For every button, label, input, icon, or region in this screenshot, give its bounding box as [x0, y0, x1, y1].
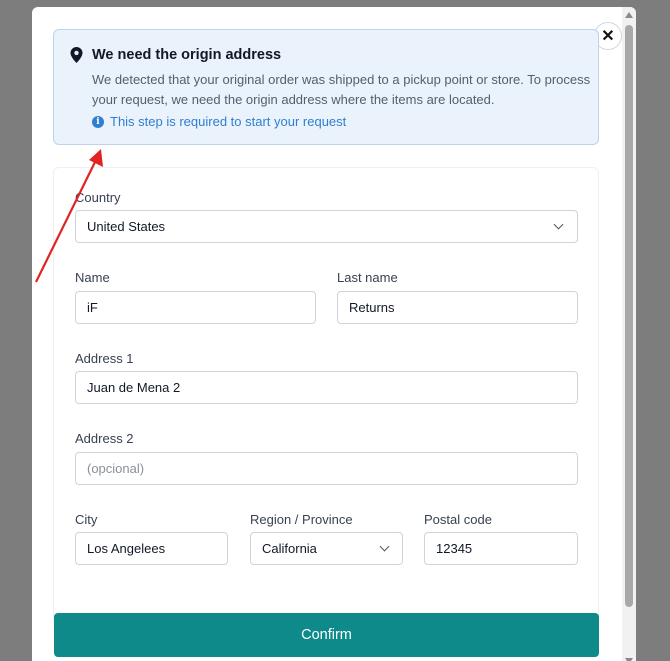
postal-code-label: Postal code: [424, 512, 492, 527]
region-select[interactable]: California: [250, 532, 403, 565]
address1-label: Address 1: [75, 351, 134, 366]
country-label: Country: [75, 190, 121, 205]
name-field[interactable]: [75, 291, 316, 324]
city-field[interactable]: [75, 532, 228, 565]
origin-address-notice: We need the origin address We detected t…: [53, 29, 599, 145]
modal-scrollbar[interactable]: [622, 7, 636, 661]
notice-description: We detected that your original order was…: [92, 72, 591, 107]
region-value: California: [262, 541, 317, 556]
chevron-down-icon: [553, 219, 564, 230]
last-name-field[interactable]: [337, 291, 578, 324]
info-icon: i: [92, 115, 104, 128]
close-icon: ✕: [601, 28, 615, 45]
notice-title: We need the origin address: [92, 47, 282, 63]
address1-field[interactable]: [75, 371, 578, 404]
address-form: Country United States Name Last name Add…: [53, 167, 599, 627]
scroll-thumb[interactable]: [625, 25, 633, 607]
chevron-down-icon: [379, 541, 390, 552]
name-label: Name: [75, 270, 110, 285]
country-value: United States: [87, 219, 166, 234]
region-label: Region / Province: [250, 512, 353, 527]
country-select[interactable]: United States: [75, 210, 578, 243]
address2-label: Address 2: [75, 431, 134, 446]
address2-field[interactable]: [75, 452, 578, 485]
required-note-text: This step is required to start your requ…: [110, 114, 347, 129]
map-pin-icon: [70, 47, 83, 63]
last-name-label: Last name: [337, 270, 398, 285]
confirm-button[interactable]: Confirm: [54, 613, 599, 657]
city-label: City: [75, 512, 98, 527]
scroll-up-icon[interactable]: [625, 12, 633, 18]
notice-required-note: i This step is required to start your re…: [92, 114, 346, 129]
confirm-label: Confirm: [301, 627, 352, 643]
postal-code-field[interactable]: [424, 532, 578, 565]
